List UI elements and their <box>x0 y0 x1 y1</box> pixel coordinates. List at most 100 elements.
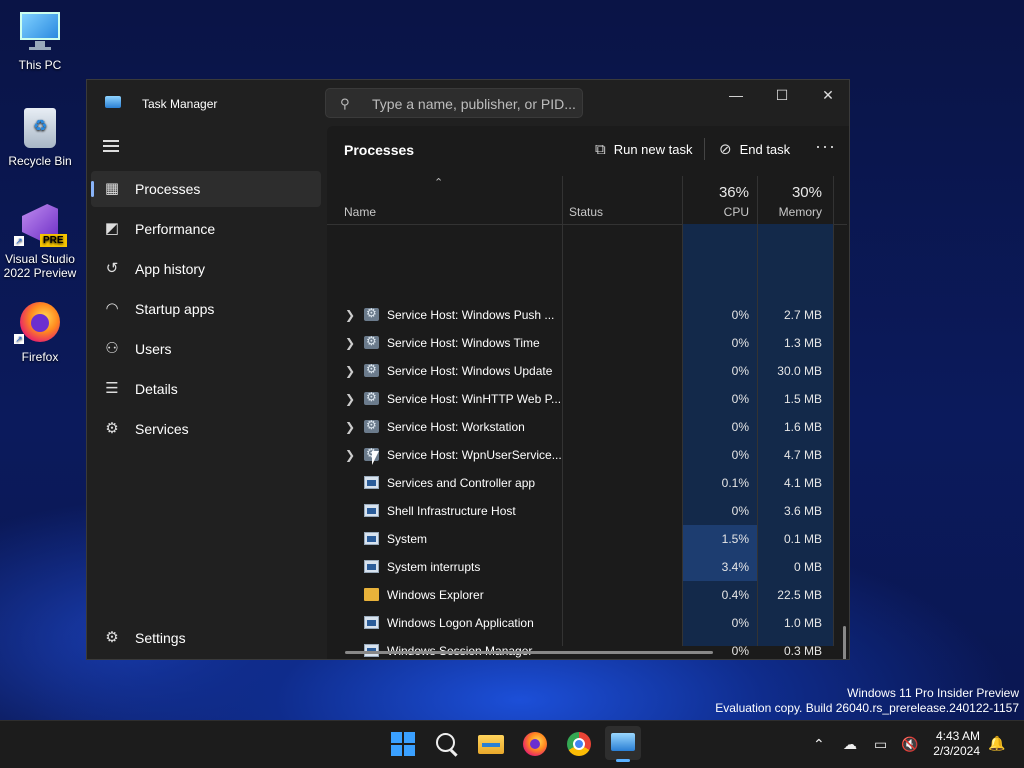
desktop-icon-firefox[interactable]: ↗ Firefox <box>0 302 80 364</box>
process-name: Windows Logon Application <box>387 616 534 630</box>
horizontal-scrollbar[interactable] <box>345 651 713 654</box>
mouse-cursor-icon <box>372 451 379 465</box>
column-header-status[interactable]: Status <box>569 205 603 219</box>
notification-bell-icon[interactable]: 🔔 <box>988 735 1005 752</box>
table-row[interactable]: ❯ Service Host: WinHTTP Web P... 0% 1.5 MB <box>327 385 832 413</box>
close-button[interactable]: ✕ <box>805 80 851 110</box>
chevron-right-icon[interactable]: ❯ <box>345 308 355 322</box>
sidebar-item-label: App history <box>135 261 206 277</box>
chevron-right-icon[interactable]: ❯ <box>345 364 355 378</box>
table-row[interactable]: Windows Logon Application 0% 1.0 MB <box>327 609 832 637</box>
table-row[interactable]: ❯ Service Host: WpnUserService... 0% 4.7 MB <box>327 441 832 469</box>
more-options-button[interactable]: ··· <box>815 136 836 157</box>
page-title: Processes <box>344 142 415 158</box>
desktop-icon-recycle-bin[interactable]: ♻ Recycle Bin <box>0 106 80 168</box>
process-cpu: 0% <box>731 336 749 350</box>
application-window-icon <box>364 532 379 545</box>
service-gear-icon <box>364 362 379 377</box>
process-cpu: 3.4% <box>721 560 749 574</box>
table-row[interactable]: ❯ Service Host: Windows Push ... 0% 2.7 MB <box>327 301 832 329</box>
users-icon: ⚇ <box>105 340 119 357</box>
sidebar-item-label: Users <box>135 341 172 357</box>
evaluation-watermark: Windows 11 Pro Insider Preview Evaluatio… <box>715 686 1019 715</box>
search-input[interactable] <box>370 93 579 115</box>
column-header-name[interactable]: Name <box>344 205 376 219</box>
process-cpu: 0.4% <box>721 588 749 602</box>
vertical-scrollbar[interactable] <box>843 626 846 659</box>
chevron-right-icon[interactable]: ❯ <box>345 420 355 434</box>
desktop-icon-this-pc[interactable]: This PC <box>0 10 80 72</box>
process-cpu: 0% <box>731 448 749 462</box>
windows-logo-icon <box>391 732 415 756</box>
taskbar: ⌃ ☁ ▭ 🔇 4:43 AM 2/3/2024 🔔 <box>0 720 1024 768</box>
run-task-icon: ⧉ <box>595 140 606 158</box>
process-cpu: 0% <box>731 308 749 322</box>
firefox-taskbar-button[interactable] <box>521 730 549 758</box>
performance-icon: ◩ <box>104 220 120 237</box>
search-box[interactable]: ⚲ <box>325 88 583 118</box>
details-icon: ☰ <box>105 380 119 397</box>
hamburger-menu-icon[interactable] <box>103 140 119 152</box>
clock[interactable]: 4:43 AM 2/3/2024 <box>933 729 980 759</box>
column-header-cpu[interactable]: CPU <box>683 205 749 219</box>
minimize-button[interactable]: — <box>713 80 759 110</box>
application-window-icon <box>364 504 379 517</box>
table-row[interactable]: ❯ Service Host: Workstation 0% 1.6 MB <box>327 413 832 441</box>
sidebar-item-app-history[interactable]: ↺ App history <box>91 251 321 287</box>
search-taskbar-button[interactable] <box>433 730 461 758</box>
end-task-button[interactable]: ⊘ End task <box>719 136 790 162</box>
table-row[interactable]: Windows Explorer 0.4% 22.5 MB <box>327 581 832 609</box>
process-memory: 4.7 MB <box>783 448 822 462</box>
maximize-button[interactable]: ☐ <box>759 80 805 110</box>
sort-chevron-up-icon[interactable]: ⌃ <box>434 176 443 189</box>
process-cpu: 0% <box>731 392 749 406</box>
process-name: Services and Controller app <box>387 476 536 490</box>
task-manager-window: Task Manager ⚲ — ☐ ✕ ▦ Processes ◩ Perfo… <box>86 79 850 660</box>
recycle-bin-icon: ♻ <box>18 106 62 150</box>
table-row[interactable]: Services and Controller app 0.1% 4.1 MB <box>327 469 832 497</box>
chevron-right-icon[interactable]: ❯ <box>345 336 355 350</box>
process-memory: 0.3 MB <box>783 644 822 658</box>
sidebar-item-label: Settings <box>135 630 186 646</box>
sidebar-item-services[interactable]: ⚙ Services <box>91 411 321 447</box>
toolbar-divider <box>704 138 705 160</box>
table-header: ⌃ Name Status 36% CPU 30% Memory <box>327 176 847 225</box>
sidebar-item-details[interactable]: ☰ Details <box>91 371 321 407</box>
table-row[interactable]: Windows Session Manager0%0.3 MB <box>327 637 832 659</box>
table-row[interactable]: ❯ Service Host: Windows Time 0% 1.3 MB <box>327 329 832 357</box>
title-bar[interactable]: Task Manager ⚲ — ☐ ✕ <box>87 80 849 126</box>
display-icon[interactable]: ▭ <box>874 736 887 753</box>
sidebar: ▦ Processes ◩ Performance ↺ App history … <box>87 126 325 659</box>
window-title: Task Manager <box>142 97 218 111</box>
sidebar-item-settings[interactable]: ⚙ Settings <box>91 620 321 656</box>
process-memory: 1.3 MB <box>783 336 822 350</box>
chevron-right-icon[interactable]: ❯ <box>345 448 355 462</box>
chevron-up-icon[interactable]: ⌃ <box>813 736 825 753</box>
desktop-icon-label: This PC <box>18 58 62 72</box>
process-name: System interrupts <box>387 560 481 574</box>
column-header-memory[interactable]: Memory <box>758 205 822 219</box>
start-button[interactable] <box>389 730 417 758</box>
service-gear-icon <box>364 334 379 349</box>
service-gear-icon <box>364 306 379 321</box>
process-memory: 3.6 MB <box>783 504 822 518</box>
file-explorer-button[interactable] <box>477 730 505 758</box>
task-manager-taskbar-button[interactable] <box>605 726 641 762</box>
services-icon: ⚙ <box>105 420 119 437</box>
process-name: Service Host: WpnUserService... <box>387 448 562 462</box>
table-row[interactable]: ❯ Service Host: Windows Update 0% 30.0 MB <box>327 357 832 385</box>
sidebar-item-label: Details <box>135 381 178 397</box>
run-new-task-button[interactable]: ⧉ Run new task <box>595 136 692 162</box>
chevron-right-icon[interactable]: ❯ <box>345 392 355 406</box>
table-row[interactable]: System interrupts 3.4% 0 MB <box>327 553 832 581</box>
sidebar-item-startup-apps[interactable]: ◠ Startup apps <box>91 291 321 327</box>
sidebar-item-processes[interactable]: ▦ Processes <box>91 171 321 207</box>
volume-muted-icon[interactable]: 🔇 <box>901 736 918 753</box>
chrome-taskbar-button[interactable] <box>565 730 593 758</box>
table-row[interactable]: System 1.5% 0.1 MB <box>327 525 832 553</box>
table-row[interactable]: Shell Infrastructure Host 0% 3.6 MB <box>327 497 832 525</box>
sidebar-item-users[interactable]: ⚇ Users <box>91 331 321 367</box>
desktop-icon-visual-studio[interactable]: PRE ↗ Visual Studio 2022 Preview <box>0 204 80 280</box>
network-disconnected-icon[interactable]: ☁ <box>843 736 857 753</box>
sidebar-item-performance[interactable]: ◩ Performance <box>91 211 321 247</box>
